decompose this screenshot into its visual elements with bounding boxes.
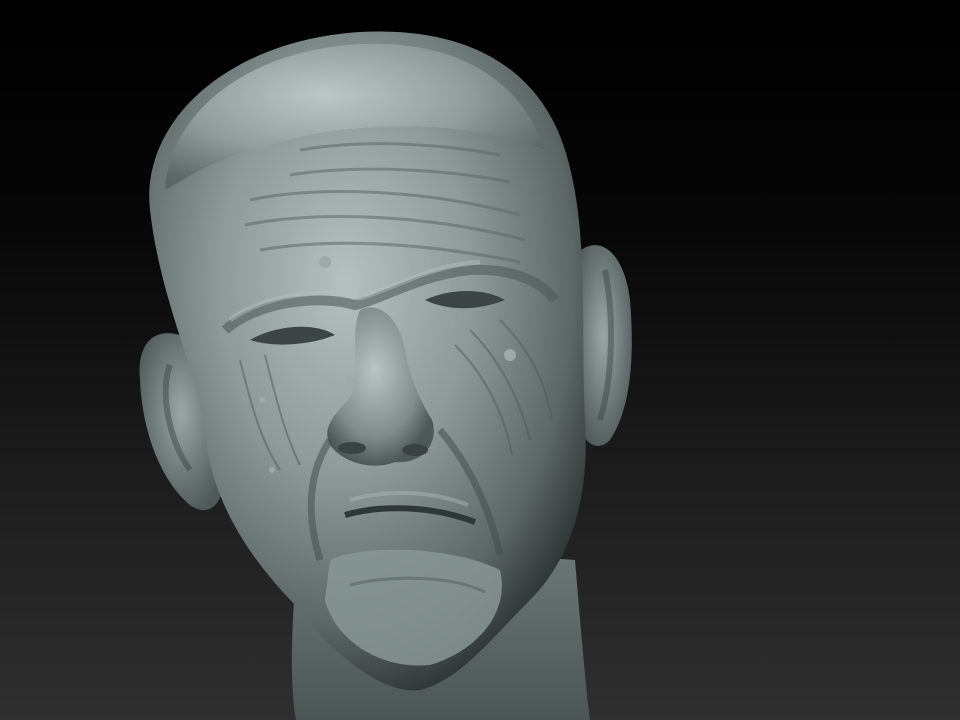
head-sculpt-render [139, 31, 632, 720]
sculpt-viewport[interactable] [0, 0, 960, 720]
